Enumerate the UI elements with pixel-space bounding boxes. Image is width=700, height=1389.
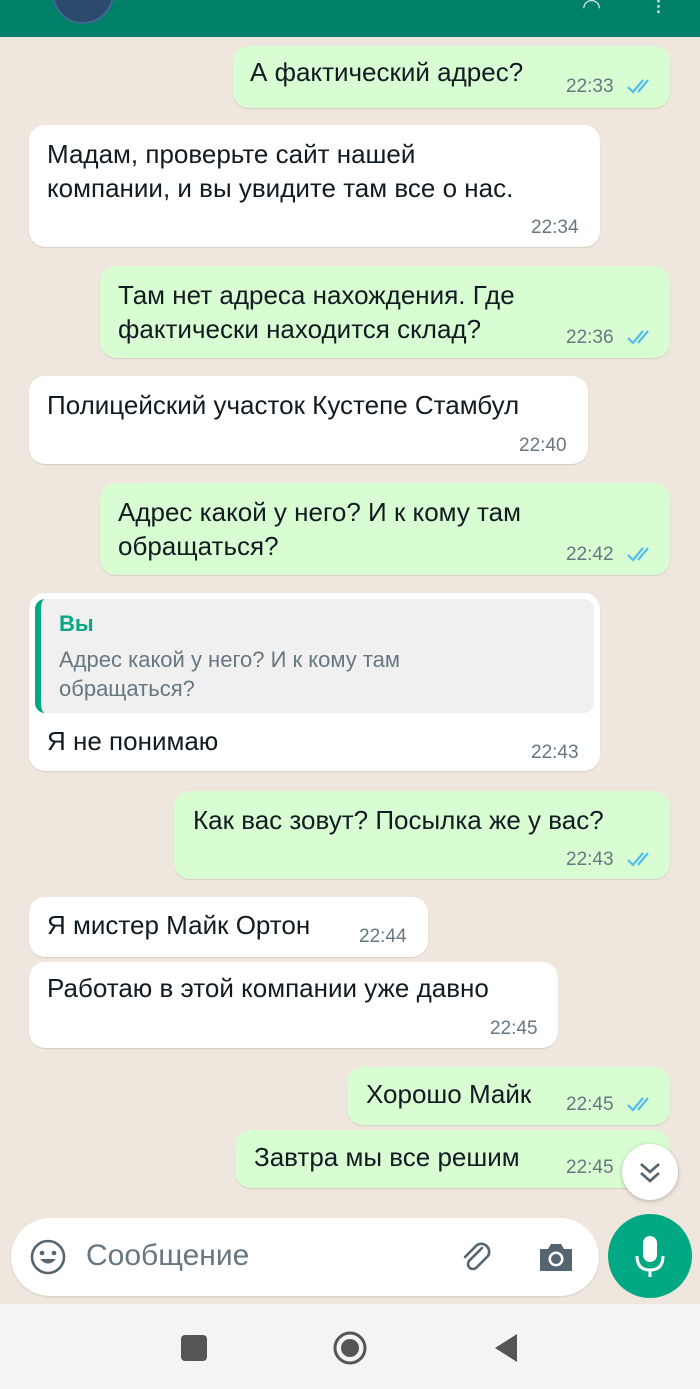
message-composer[interactable]: Сообщение bbox=[11, 1218, 599, 1296]
message-text: Хорошо Майк bbox=[366, 1079, 532, 1109]
message-outgoing[interactable]: А фактический адрес? 22:33 bbox=[233, 46, 670, 108]
double-chevron-down-icon bbox=[640, 1163, 660, 1183]
call-icon[interactable]: ◠ bbox=[582, 0, 601, 20]
message-incoming[interactable]: Работаю в этой компании уже давно 22:45 bbox=[29, 962, 558, 1048]
message-time: 22:36 bbox=[566, 327, 614, 348]
message-time: 22:43 bbox=[531, 742, 579, 763]
quoted-text: Адрес какой у него? И к кому там обращат… bbox=[59, 647, 401, 701]
scroll-to-bottom-button[interactable] bbox=[622, 1144, 678, 1200]
message-incoming[interactable]: Полицейский участок Кустепе Стамбул 22:4… bbox=[29, 376, 588, 464]
voice-message-button[interactable] bbox=[608, 1214, 692, 1298]
paperclip-icon[interactable] bbox=[455, 1236, 497, 1278]
quoted-message[interactable]: Вы Адрес какой у него? И к кому там обра… bbox=[35, 599, 594, 713]
message-text: Работаю в этой компании уже давно bbox=[47, 973, 489, 1003]
message-time: 22:40 bbox=[519, 435, 567, 456]
message-time: 22:44 bbox=[359, 926, 407, 947]
message-outgoing[interactable]: Как вас зовут? Посылка же у вас? 22:43 bbox=[174, 791, 670, 879]
message-incoming[interactable]: Я мистер Майк Ортон 22:44 bbox=[29, 897, 428, 957]
system-navigation-bar bbox=[0, 1304, 700, 1389]
message-text: Я мистер Майк Ортон bbox=[47, 910, 311, 940]
back-icon[interactable] bbox=[492, 1332, 520, 1364]
microphone-icon bbox=[635, 1236, 665, 1277]
message-text: Там нет адреса нахождения. Где фактическ… bbox=[118, 280, 515, 344]
home-icon[interactable] bbox=[332, 1330, 368, 1366]
message-text: Завтра мы все решим bbox=[254, 1142, 520, 1172]
message-outgoing[interactable]: Адрес какой у него? И к кому там обращат… bbox=[100, 483, 670, 575]
message-text: Я не понимаю bbox=[47, 726, 219, 756]
message-time: 22:42 bbox=[566, 544, 614, 565]
message-text: Как вас зовут? Посылка же у вас? bbox=[193, 805, 604, 835]
message-time: 22:34 bbox=[531, 217, 579, 238]
message-list[interactable]: А фактический адрес? 22:33 Мадам, провер… bbox=[0, 37, 700, 1207]
message-incoming[interactable]: Мадам, проверьте сайт нашей компании, и … bbox=[29, 125, 600, 247]
message-text: А фактический адрес? bbox=[250, 57, 524, 87]
message-outgoing[interactable]: Завтра мы все решим 22:45 bbox=[235, 1130, 670, 1188]
read-receipt-icon bbox=[627, 852, 649, 867]
contact-avatar[interactable] bbox=[52, 0, 114, 24]
message-input[interactable]: Сообщение bbox=[86, 1239, 249, 1273]
quoted-author: Вы bbox=[59, 611, 94, 636]
camera-icon[interactable] bbox=[536, 1238, 576, 1276]
message-incoming-reply[interactable]: Вы Адрес какой у него? И к кому там обра… bbox=[29, 593, 600, 771]
message-text: Мадам, проверьте сайт нашей компании, и … bbox=[47, 139, 514, 203]
read-receipt-icon bbox=[627, 1097, 649, 1112]
message-time: 22:45 bbox=[490, 1018, 538, 1039]
menu-icon[interactable]: ⁝ bbox=[655, 0, 662, 20]
message-outgoing[interactable]: Хорошо Майк 22:45 bbox=[347, 1067, 670, 1125]
message-time: 22:33 bbox=[566, 76, 614, 97]
message-time: 22:43 bbox=[566, 849, 614, 870]
message-outgoing[interactable]: Там нет адреса нахождения. Где фактическ… bbox=[100, 266, 670, 358]
read-receipt-icon bbox=[627, 547, 649, 562]
read-receipt-icon bbox=[627, 330, 649, 345]
message-text: Полицейский участок Кустепе Стамбул bbox=[47, 390, 520, 420]
chat-header: ◠ ⁝ bbox=[0, 0, 700, 37]
message-text: Адрес какой у него? И к кому там обращат… bbox=[118, 497, 522, 561]
message-time: 22:45 bbox=[566, 1094, 614, 1115]
emoji-icon[interactable] bbox=[29, 1238, 67, 1276]
read-receipt-icon bbox=[627, 79, 649, 94]
recent-apps-icon[interactable] bbox=[180, 1334, 208, 1362]
message-time: 22:45 bbox=[566, 1157, 614, 1178]
